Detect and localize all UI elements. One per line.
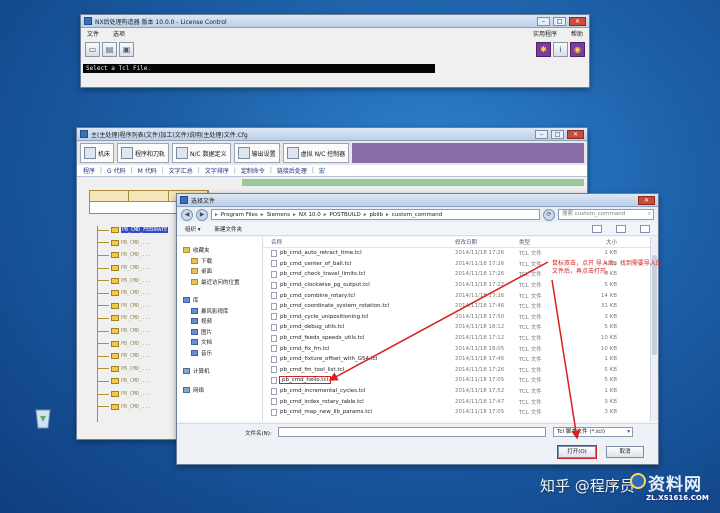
site-logo-icon [630, 473, 646, 489]
arrow-to-open [551, 279, 581, 440]
annotation-text: 鼠标双击，点开 导入后，找到需要导入的文件后，再点击打开。 [552, 260, 662, 275]
arrow-to-file [328, 261, 549, 381]
site-url: ZL.XS1616.COM [644, 494, 711, 502]
annotation-arrows [328, 261, 581, 440]
recycle-bin-icon[interactable] [33, 405, 53, 429]
site-watermark: 资料网 ZL.XS1616.COM [630, 470, 714, 510]
site-title: 资料网 [648, 475, 702, 495]
zhihu-watermark: 知乎 @程序员 [540, 477, 635, 495]
